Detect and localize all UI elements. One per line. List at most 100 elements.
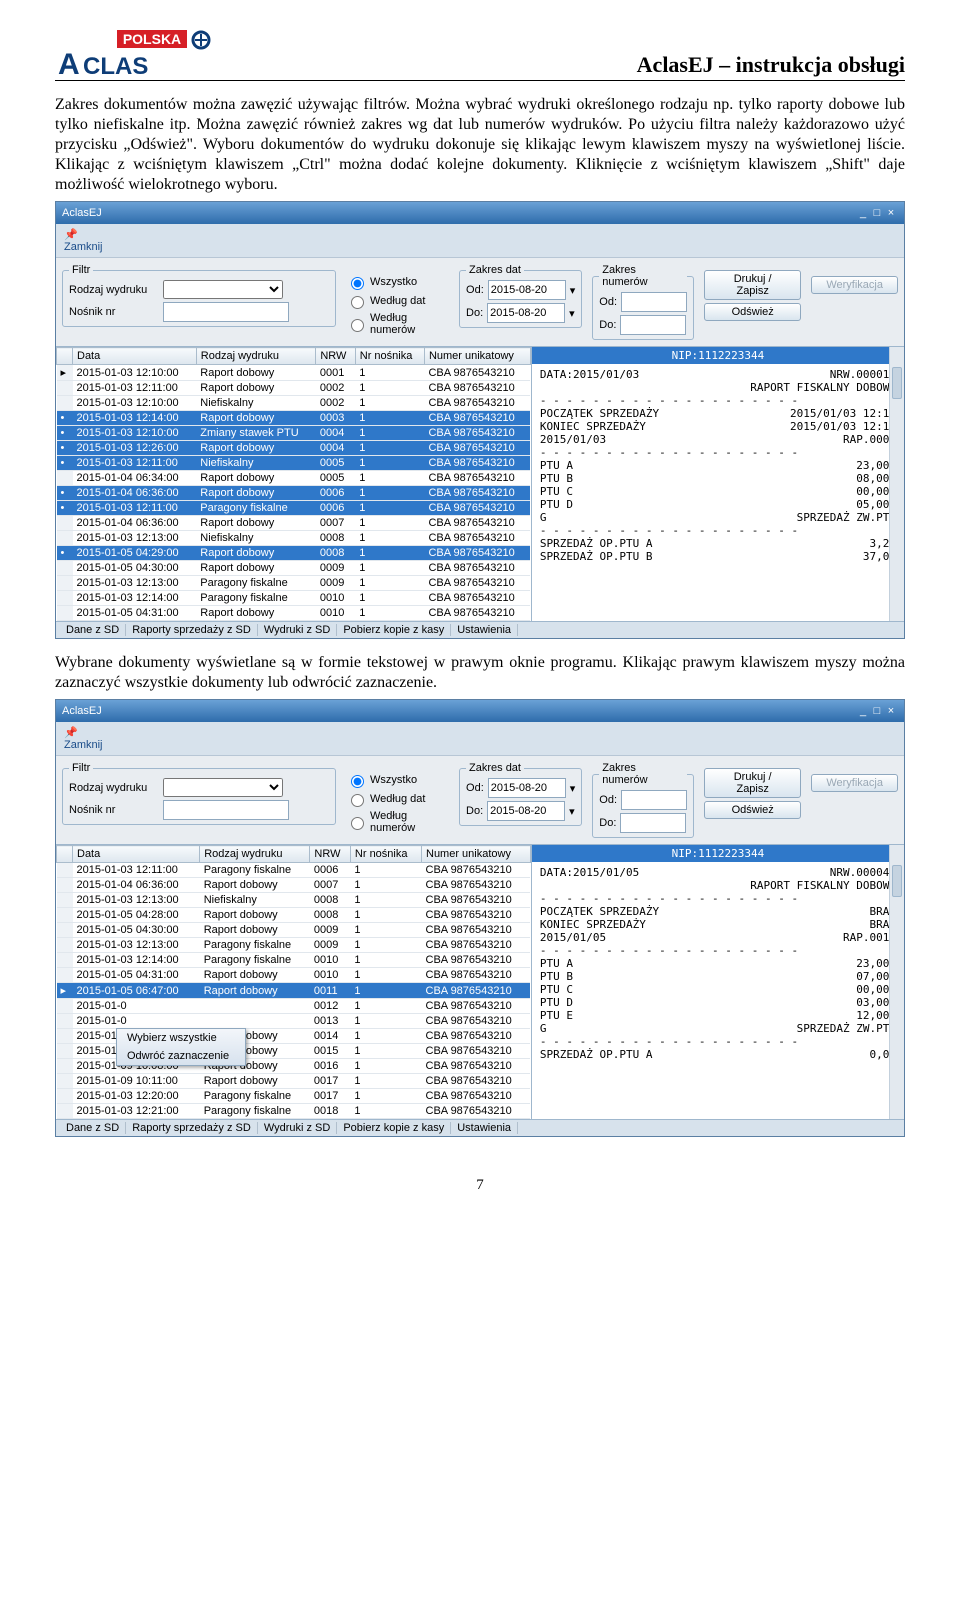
statusbar[interactable]: Dane z SDRaporty sprzedaży z SDWydruki z… (56, 1119, 904, 1136)
table-row[interactable]: 2015-01-03 12:11:00Raport dobowy00021CBA… (57, 381, 531, 396)
window-buttons[interactable]: _□× (856, 705, 898, 717)
print-type-select[interactable] (163, 280, 283, 299)
table-row[interactable]: 2015-01-000131CBA 9876543210 (57, 1014, 531, 1029)
close-button[interactable]: Zamknij (64, 739, 103, 751)
table-row[interactable]: 2015-01-05 04:28:00Raport dobowy00081CBA… (57, 908, 531, 923)
column-header[interactable]: Rodzaj wydruku (200, 846, 310, 863)
status-tab[interactable]: Raporty sprzedaży z SD (126, 1122, 258, 1134)
radio-nums[interactable]: Według numerów (346, 810, 449, 834)
column-header[interactable]: NRW (316, 348, 355, 365)
window-buttons[interactable]: _□× (856, 207, 898, 219)
status-tab[interactable]: Wydruki z SD (258, 1122, 338, 1134)
table-row[interactable]: 2015-01-09 10:11:00Raport dobowy00171CBA… (57, 1074, 531, 1089)
radio-dates[interactable]: Według dat (346, 791, 449, 807)
table-row[interactable]: •2015-01-03 12:11:00Paragony fiskalne000… (57, 501, 531, 516)
pin-icon[interactable]: 📌 (64, 229, 78, 241)
column-header[interactable]: Rodzaj wydruku (196, 348, 316, 365)
num-to[interactable] (620, 813, 686, 833)
status-tab[interactable]: Ustawienia (451, 624, 518, 636)
table-row[interactable]: •2015-01-05 04:29:00Raport dobowy00081CB… (57, 546, 531, 561)
status-tab[interactable]: Wydruki z SD (258, 624, 338, 636)
refresh-button[interactable]: Odśwież (704, 801, 801, 819)
table-row[interactable]: ▸2015-01-03 12:10:00Raport dobowy00011CB… (57, 365, 531, 381)
titlebar[interactable]: AclasEJ _□× (56, 202, 904, 224)
table-row[interactable]: 2015-01-03 12:20:00Paragony fiskalne0017… (57, 1089, 531, 1104)
table-row[interactable]: 2015-01-03 12:13:00Paragony fiskalne0009… (57, 938, 531, 953)
status-tab[interactable]: Dane z SD (60, 1122, 126, 1134)
nosnik-input[interactable] (163, 302, 289, 322)
close-icon: × (884, 207, 898, 219)
num-from[interactable] (621, 292, 687, 312)
dropdown-icon[interactable]: ▾ (569, 307, 575, 320)
table-row[interactable]: 2015-01-03 12:21:00Paragony fiskalne0018… (57, 1104, 531, 1119)
scrollbar[interactable] (889, 845, 904, 1119)
table-row[interactable]: 2015-01-05 04:31:00Raport dobowy00101CBA… (57, 968, 531, 983)
table-row[interactable]: 2015-01-04 06:36:00Raport dobowy00071CBA… (57, 878, 531, 893)
table-row[interactable]: •2015-01-03 12:11:00Niefiskalny00051CBA … (57, 456, 531, 471)
table-row[interactable]: •2015-01-03 12:10:00Zmiany stawek PTU000… (57, 426, 531, 441)
nosnik-input[interactable] (163, 800, 289, 820)
close-button[interactable]: Zamknij (64, 241, 103, 253)
table-row[interactable]: •2015-01-04 06:36:00Raport dobowy00061CB… (57, 486, 531, 501)
paragraph-2: Wybrane dokumenty wyświetlane są w formi… (55, 653, 905, 693)
scrollbar[interactable] (889, 347, 904, 621)
print-type-label: Rodzaj wydruku (69, 284, 159, 296)
table-row[interactable]: 2015-01-03 12:14:00Paragony fiskalne0010… (57, 591, 531, 606)
refresh-button[interactable]: Odśwież (704, 303, 801, 321)
radio-nums[interactable]: Według numerów (346, 312, 449, 336)
date-to[interactable] (487, 801, 565, 821)
column-header[interactable]: Numer unikatowy (422, 846, 531, 863)
column-header[interactable]: Numer unikatowy (424, 348, 530, 365)
num-from[interactable] (621, 790, 687, 810)
num-to[interactable] (620, 315, 686, 335)
document-grid[interactable]: DataRodzaj wydrukuNRWNr nośnikaNumer uni… (56, 347, 532, 621)
table-row[interactable]: 2015-01-03 12:13:00Niefiskalny00081CBA 9… (57, 531, 531, 546)
radio-all[interactable]: Wszystko (346, 772, 449, 788)
table-row[interactable]: 2015-01-03 12:13:00Paragony fiskalne0009… (57, 576, 531, 591)
close-icon: × (884, 705, 898, 717)
table-row[interactable]: 2015-01-05 04:30:00Raport dobowy00091CBA… (57, 923, 531, 938)
pin-icon[interactable]: 📌 (64, 727, 78, 739)
app-title: AclasEJ (62, 705, 102, 717)
table-row[interactable]: 2015-01-03 12:13:00Niefiskalny00081CBA 9… (57, 893, 531, 908)
print-save-button[interactable]: Drukuj / Zapisz (704, 270, 801, 300)
status-tab[interactable]: Raporty sprzedaży z SD (126, 624, 258, 636)
column-header[interactable]: NRW (310, 846, 351, 863)
table-row[interactable]: 2015-01-05 04:30:00Raport dobowy00091CBA… (57, 561, 531, 576)
print-type-select[interactable] (163, 778, 283, 797)
dropdown-icon[interactable]: ▾ (569, 805, 575, 818)
date-from[interactable] (488, 778, 566, 798)
document-grid[interactable]: DataRodzaj wydrukuNRWNr nośnikaNumer uni… (56, 845, 532, 1119)
date-from[interactable] (488, 280, 566, 300)
table-row[interactable]: •2015-01-03 12:14:00Raport dobowy00031CB… (57, 411, 531, 426)
status-tab[interactable]: Pobierz kopie z kasy (337, 624, 451, 636)
table-row[interactable]: •2015-01-03 12:26:00Raport dobowy00041CB… (57, 441, 531, 456)
table-row[interactable]: 2015-01-04 06:36:00Raport dobowy00071CBA… (57, 516, 531, 531)
radio-dates[interactable]: Według dat (346, 293, 449, 309)
table-row[interactable]: 2015-01-03 12:10:00Niefiskalny00021CBA 9… (57, 396, 531, 411)
titlebar[interactable]: AclasEJ _□× (56, 700, 904, 722)
status-tab[interactable]: Dane z SD (60, 624, 126, 636)
ctx-select-all[interactable]: Wybierz wszystkie (117, 1029, 245, 1047)
context-menu[interactable]: Wybierz wszystkie Odwróć zaznaczenie (116, 1028, 246, 1066)
ctx-invert[interactable]: Odwróć zaznaczenie (117, 1047, 245, 1065)
date-to[interactable] (487, 303, 565, 323)
table-row[interactable]: 2015-01-000121CBA 9876543210 (57, 999, 531, 1014)
print-save-button[interactable]: Drukuj / Zapisz (704, 768, 801, 798)
column-header[interactable]: Nr nośnika (355, 348, 424, 365)
statusbar[interactable]: Dane z SDRaporty sprzedaży z SDWydruki z… (56, 621, 904, 638)
table-row[interactable]: 2015-01-03 12:14:00Paragony fiskalne0010… (57, 953, 531, 968)
column-header[interactable]: Nr nośnika (350, 846, 421, 863)
page-number: 7 (55, 1177, 905, 1194)
column-header[interactable]: Data (73, 846, 200, 863)
table-row[interactable]: ▸2015-01-05 06:47:00Raport dobowy00111CB… (57, 983, 531, 999)
dropdown-icon[interactable]: ▾ (570, 284, 576, 297)
table-row[interactable]: 2015-01-03 12:11:00Paragony fiskalne0006… (57, 863, 531, 878)
column-header[interactable]: Data (73, 348, 197, 365)
dropdown-icon[interactable]: ▾ (570, 782, 576, 795)
status-tab[interactable]: Pobierz kopie z kasy (337, 1122, 451, 1134)
radio-all[interactable]: Wszystko (346, 274, 449, 290)
table-row[interactable]: 2015-01-04 06:34:00Raport dobowy00051CBA… (57, 471, 531, 486)
table-row[interactable]: 2015-01-05 04:31:00Raport dobowy00101CBA… (57, 606, 531, 621)
status-tab[interactable]: Ustawienia (451, 1122, 518, 1134)
